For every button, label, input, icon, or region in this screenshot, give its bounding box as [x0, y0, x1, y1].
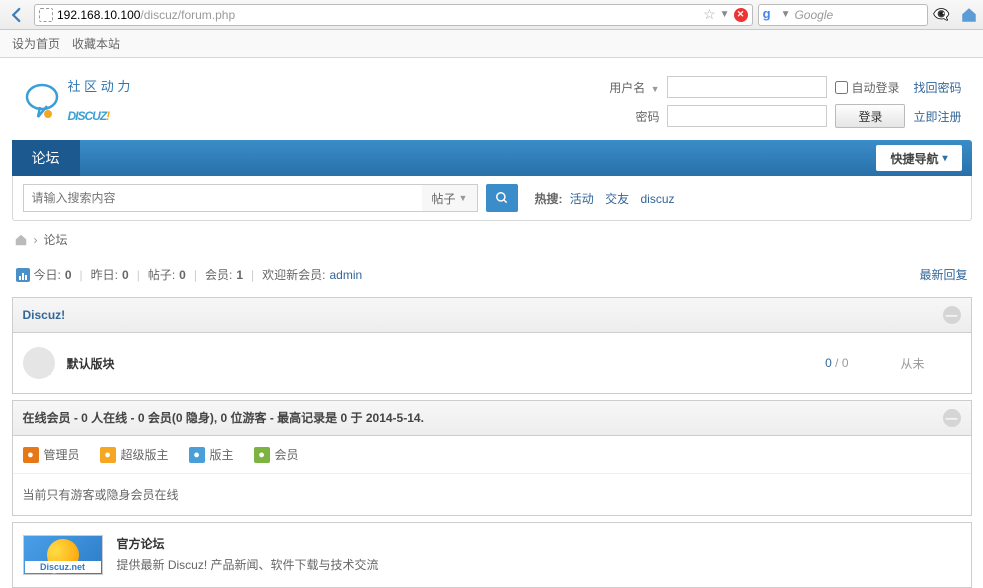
official-forum-desc: 提供最新 Discuz! 产品新闻、软件下载与技术交流 [117, 556, 379, 573]
site-identity-icon [39, 8, 53, 22]
section-header: Discuz! — [13, 298, 971, 333]
member-icon: ● [254, 447, 270, 463]
latest-replies-link[interactable]: 最新回复 [919, 266, 967, 283]
home-icon[interactable] [14, 233, 28, 247]
hot-link[interactable]: discuz [641, 192, 675, 206]
forum-bubble-icon [23, 347, 55, 379]
collapse-icon[interactable]: — [943, 409, 961, 427]
password-input[interactable] [667, 105, 827, 127]
online-legend: ●管理员 ●超级版主 ●版主 ●会员 [13, 436, 971, 473]
hot-link[interactable]: 活动 [570, 192, 594, 206]
official-forum-image[interactable]: Discuz.net [23, 535, 103, 575]
main-nav: 论坛 快捷导航 ▾ [12, 140, 972, 176]
stats-icon[interactable] [16, 268, 30, 282]
supermod-icon: ● [100, 447, 116, 463]
hot-search: 热搜: 活动 交友 discuz [534, 190, 678, 207]
logo-subtitle: 社 区 动 力 [68, 76, 131, 95]
auto-login-checkbox[interactable]: 自动登录 [835, 79, 905, 96]
nav-tab-forum[interactable]: 论坛 [12, 140, 80, 176]
url-dropdown-icon[interactable]: ▼ [720, 9, 730, 20]
engine-dropdown-icon[interactable]: ▼ [781, 9, 791, 20]
quick-nav-button[interactable]: 快捷导航 ▾ [876, 145, 961, 171]
logo-text: DISCUZ! [68, 95, 131, 127]
mod-icon: ● [189, 447, 205, 463]
site-header: 社 区 动 力 DISCUZ! 用户名 ▼ 自动登录 找回密码 密码 登录 立即… [12, 58, 972, 140]
forum-search-input[interactable] [23, 184, 423, 212]
stop-icon[interactable]: ✕ [734, 8, 748, 22]
register-link[interactable]: 立即注册 [913, 108, 961, 125]
binoculars-icon[interactable]: 👁‍🗨 [933, 6, 950, 23]
google-icon [763, 8, 777, 22]
official-image-label: Discuz.net [25, 561, 101, 573]
forum-section: Discuz! — 默认版块 0 / 0 从未 [12, 297, 972, 394]
legend-admin: ●管理员 [23, 446, 80, 463]
breadcrumb-separator: › [34, 233, 38, 247]
search-type-dropdown[interactable]: 帖子 ▼ [422, 184, 479, 212]
newest-member-link[interactable]: admin [329, 268, 362, 282]
forum-last-post: 从未 [901, 355, 961, 372]
search-button[interactable] [486, 184, 518, 212]
section-title[interactable]: Discuz! [23, 308, 66, 322]
official-forum-link[interactable]: 官方论坛 [117, 537, 165, 551]
search-bar: 帖子 ▼ 热搜: 活动 交友 discuz [12, 176, 972, 221]
browser-home-icon[interactable] [960, 6, 978, 24]
bookmark-star-icon[interactable]: ☆ [703, 6, 716, 23]
legend-mod: ●版主 [189, 446, 234, 463]
breadcrumb-current: 论坛 [44, 231, 68, 248]
browser-back-button[interactable] [5, 3, 29, 27]
browser-toolbar: 192.168.10.100/discuz/forum.php ☆ ▼ ✕ ▼ … [0, 0, 983, 30]
hot-link[interactable]: 交友 [605, 192, 629, 206]
logo[interactable]: 社 区 动 力 DISCUZ! [22, 76, 610, 128]
browser-search[interactable]: ▼ Google [758, 4, 928, 26]
login-button[interactable]: 登录 [835, 104, 905, 128]
collapse-icon[interactable]: — [943, 306, 961, 324]
find-password-link[interactable]: 找回密码 [913, 79, 961, 96]
official-panel: Discuz.net 官方论坛 提供最新 Discuz! 产品新闻、软件下载与技… [12, 522, 972, 588]
username-input[interactable] [667, 76, 827, 98]
favorite-site-link[interactable]: 收藏本站 [72, 35, 120, 52]
password-label: 密码 [609, 108, 659, 125]
online-panel: 在线会员 - 0 人在线 - 0 会员(0 隐身), 0 位游客 - 最高记录是… [12, 400, 972, 516]
forum-name-link[interactable]: 默认版块 [67, 355, 814, 372]
url-text: 192.168.10.100/discuz/forum.php [57, 7, 699, 22]
url-bar[interactable]: 192.168.10.100/discuz/forum.php ☆ ▼ ✕ [34, 4, 753, 26]
online-message: 当前只有游客或隐身会员在线 [13, 473, 971, 515]
legend-supermod: ●超级版主 [100, 446, 169, 463]
username-label: 用户名 ▼ [609, 79, 659, 96]
forum-row: 默认版块 0 / 0 从未 [13, 333, 971, 393]
online-header: 在线会员 - 0 人在线 - 0 会员(0 隐身), 0 位游客 - 最高记录是… [13, 401, 971, 436]
set-homepage-link[interactable]: 设为首页 [12, 35, 60, 52]
forum-stats: 今日: 0 | 昨日: 0 | 帖子: 0 | 会员: 1 | 欢迎新会员: a… [12, 258, 972, 291]
search-placeholder: Google [794, 8, 922, 22]
breadcrumb: › 论坛 [12, 221, 972, 258]
legend-member: ●会员 [254, 446, 299, 463]
site-toolbar: 设为首页 收藏本站 [0, 30, 983, 58]
forum-counts: 0 / 0 [825, 356, 848, 370]
login-form: 用户名 ▼ 自动登录 找回密码 密码 登录 立即注册 [609, 76, 961, 128]
admin-icon: ● [23, 447, 39, 463]
